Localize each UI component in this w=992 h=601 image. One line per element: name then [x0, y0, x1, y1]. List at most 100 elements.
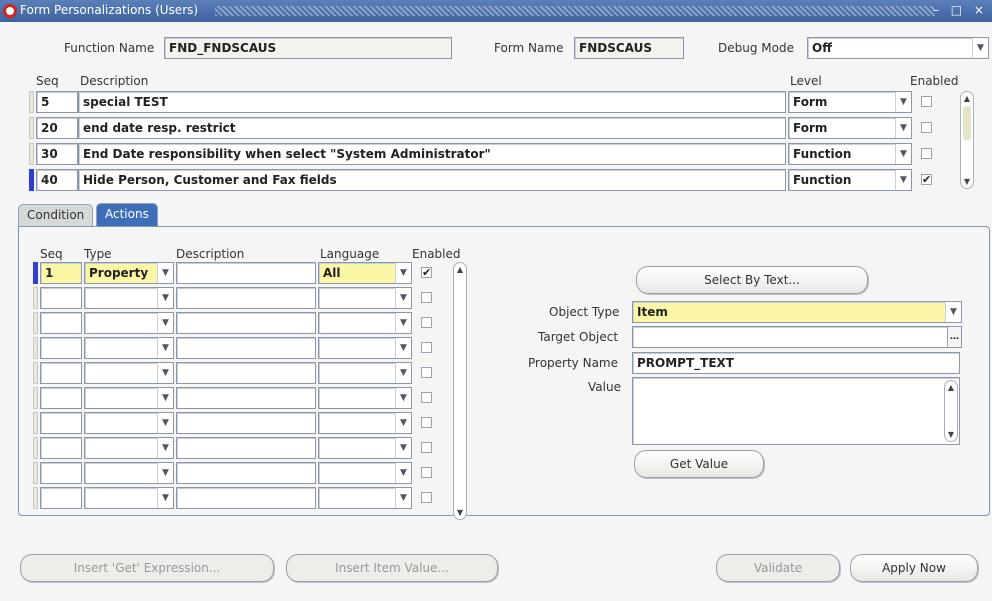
chevron-down-icon[interactable]: ▼ — [395, 488, 411, 508]
scroll-up-icon[interactable]: ▲ — [946, 383, 956, 392]
tab-condition[interactable]: Condition — [18, 204, 94, 226]
row-selector[interactable] — [29, 117, 34, 139]
action-language-select[interactable]: ▼ — [318, 362, 412, 384]
action-type-select[interactable]: ▼ — [84, 337, 174, 359]
action-type-select[interactable]: Property ▼ — [84, 262, 174, 284]
rule-seq-field[interactable]: 20 — [36, 117, 78, 139]
row-selector[interactable] — [33, 312, 38, 334]
rule-enabled-checkbox[interactable] — [921, 148, 932, 159]
scroll-down-icon[interactable]: ▼ — [962, 177, 972, 186]
object-type-select[interactable]: Item ▼ — [632, 301, 962, 323]
tab-actions[interactable]: Actions — [96, 203, 158, 226]
rule-level-select[interactable]: Function ▼ — [788, 169, 912, 191]
row-selector[interactable] — [33, 287, 38, 309]
chevron-down-icon[interactable]: ▼ — [157, 388, 173, 408]
action-enabled-checkbox[interactable] — [421, 467, 432, 478]
action-seq-field[interactable] — [40, 337, 82, 359]
row-selector-current[interactable] — [29, 169, 34, 191]
action-type-select[interactable]: ▼ — [84, 412, 174, 434]
action-description-field[interactable] — [176, 462, 316, 484]
action-description-field[interactable] — [176, 312, 316, 334]
row-selector[interactable] — [33, 262, 38, 284]
chevron-down-icon[interactable]: ▼ — [395, 338, 411, 358]
rule-enabled-checkbox[interactable] — [921, 96, 932, 107]
action-seq-field[interactable] — [40, 387, 82, 409]
chevron-down-icon[interactable]: ▼ — [157, 338, 173, 358]
chevron-down-icon[interactable]: ▼ — [895, 118, 911, 138]
action-language-select[interactable]: ▼ — [318, 287, 412, 309]
action-seq-field[interactable] — [40, 362, 82, 384]
action-seq-field[interactable] — [40, 437, 82, 459]
action-description-field[interactable] — [176, 387, 316, 409]
action-type-select[interactable]: ▼ — [84, 437, 174, 459]
rule-enabled-checkbox[interactable] — [921, 122, 932, 133]
scroll-up-icon[interactable]: ▲ — [455, 265, 465, 274]
action-description-field[interactable] — [176, 412, 316, 434]
action-enabled-checkbox[interactable] — [421, 492, 432, 503]
chevron-down-icon[interactable]: ▼ — [395, 263, 411, 283]
chevron-down-icon[interactable]: ▼ — [395, 363, 411, 383]
rule-description-field[interactable]: special TEST — [78, 91, 786, 113]
chevron-down-icon[interactable]: ▼ — [157, 413, 173, 433]
action-seq-field[interactable] — [40, 312, 82, 334]
action-language-select[interactable]: ▼ — [318, 437, 412, 459]
scroll-thumb[interactable] — [963, 106, 971, 140]
actions-scrollbar[interactable]: ▲ ▼ — [453, 262, 467, 520]
chevron-down-icon[interactable]: ▼ — [395, 413, 411, 433]
action-seq-field[interactable]: 1 — [40, 262, 82, 284]
action-type-select[interactable]: ▼ — [84, 362, 174, 384]
insert-get-expression-button[interactable]: Insert 'Get' Expression... — [20, 554, 274, 582]
insert-item-value-button[interactable]: Insert Item Value... — [286, 554, 498, 582]
chevron-down-icon[interactable]: ▼ — [895, 144, 911, 164]
action-description-field[interactable] — [176, 437, 316, 459]
row-selector[interactable] — [33, 337, 38, 359]
value-textarea[interactable] — [632, 377, 960, 445]
apply-now-button[interactable]: Apply Now — [850, 554, 978, 582]
rule-description-field[interactable]: End Date responsibility when select "Sys… — [78, 143, 786, 165]
chevron-down-icon[interactable]: ▼ — [157, 488, 173, 508]
action-enabled-checkbox[interactable] — [421, 392, 432, 403]
action-description-field[interactable] — [176, 362, 316, 384]
row-selector[interactable] — [33, 437, 38, 459]
chevron-down-icon[interactable]: ▼ — [157, 363, 173, 383]
action-language-select[interactable]: All ▼ — [318, 262, 412, 284]
action-seq-field[interactable] — [40, 412, 82, 434]
action-enabled-checkbox[interactable] — [421, 292, 432, 303]
target-object-field[interactable]: … — [632, 326, 962, 348]
chevron-down-icon[interactable]: ▼ — [395, 288, 411, 308]
chevron-down-icon[interactable]: ▼ — [972, 38, 988, 58]
chevron-down-icon[interactable]: ▼ — [157, 263, 173, 283]
action-language-select[interactable]: ▼ — [318, 337, 412, 359]
rule-level-select[interactable]: Form ▼ — [788, 117, 912, 139]
row-selector[interactable] — [29, 143, 34, 165]
scroll-down-icon[interactable]: ▼ — [455, 508, 465, 517]
rule-seq-field[interactable]: 40 — [36, 169, 78, 191]
rule-seq-field[interactable]: 5 — [36, 91, 78, 113]
action-seq-field[interactable] — [40, 462, 82, 484]
action-language-select[interactable]: ▼ — [318, 412, 412, 434]
chevron-down-icon[interactable]: ▼ — [157, 438, 173, 458]
function-name-field[interactable]: FND_FNDSCAUS — [164, 37, 452, 59]
action-language-select[interactable]: ▼ — [318, 487, 412, 509]
action-enabled-checkbox[interactable] — [421, 317, 432, 328]
action-type-select[interactable]: ▼ — [84, 287, 174, 309]
chevron-down-icon[interactable]: ▼ — [895, 170, 911, 190]
action-type-select[interactable]: ▼ — [84, 487, 174, 509]
action-type-select[interactable]: ▼ — [84, 462, 174, 484]
list-of-values-icon[interactable]: … — [947, 327, 961, 347]
rules-scrollbar[interactable]: ▲ ▼ — [960, 91, 974, 189]
debug-mode-select[interactable]: Off ▼ — [807, 37, 989, 59]
action-description-field[interactable] — [176, 287, 316, 309]
row-selector[interactable] — [29, 91, 34, 113]
action-seq-field[interactable] — [40, 287, 82, 309]
chevron-down-icon[interactable]: ▼ — [895, 92, 911, 112]
action-enabled-checkbox[interactable] — [421, 417, 432, 428]
row-selector[interactable] — [33, 387, 38, 409]
action-enabled-checkbox[interactable]: ✔ — [421, 267, 432, 278]
validate-button[interactable]: Validate — [716, 554, 840, 582]
chevron-down-icon[interactable]: ▼ — [395, 388, 411, 408]
chevron-down-icon[interactable]: ▼ — [395, 313, 411, 333]
action-enabled-checkbox[interactable] — [421, 342, 432, 353]
rule-level-select[interactable]: Form ▼ — [788, 91, 912, 113]
rule-description-field[interactable]: Hide Person, Customer and Fax fields — [78, 169, 786, 191]
